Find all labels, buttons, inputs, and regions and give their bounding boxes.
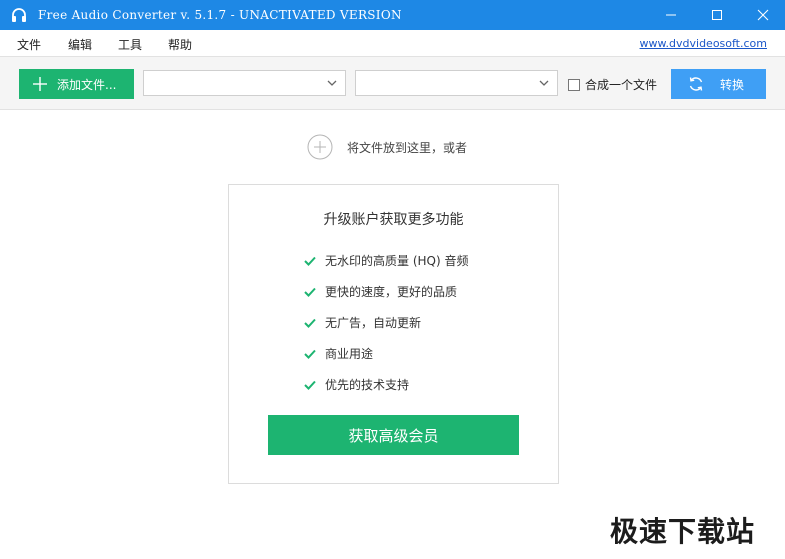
add-files-button[interactable]: 添加文件... [19, 69, 134, 99]
menu-bar: 文件 编辑 工具 帮助 www.dvdvideosoft.com [0, 30, 785, 56]
feature-item: 更快的速度，更好的品质 [304, 283, 457, 300]
maximize-icon [712, 10, 722, 20]
title-bar: Free Audio Converter v. 5.1.7 - UNACTIVA… [0, 0, 785, 30]
toolbar: 添加文件... 合成一个文件 转换 [0, 56, 785, 110]
feature-item: 优先的技术支持 [304, 376, 409, 393]
drop-zone-hint[interactable]: 将文件放到这里，或者 [307, 134, 467, 160]
check-icon [304, 318, 316, 328]
add-circle-icon [307, 134, 333, 160]
chevron-down-icon [539, 80, 549, 86]
feature-item: 无水印的高质量 (HQ) 音频 [304, 252, 468, 269]
merge-label: 合成一个文件 [585, 78, 658, 92]
feature-text: 无水印的高质量 (HQ) 音频 [325, 254, 469, 268]
minimize-button[interactable] [648, 0, 694, 30]
check-icon [304, 256, 316, 266]
window-title: Free Audio Converter v. 5.1.7 - UNACTIVA… [38, 8, 402, 22]
upgrade-card: 升级账户获取更多功能 无水印的高质量 (HQ) 音频 更快的速度，更好的品质 无… [228, 184, 559, 484]
menu-edit[interactable]: 编辑 [68, 36, 92, 53]
close-icon [757, 9, 769, 21]
chevron-down-icon [327, 80, 337, 86]
get-premium-button[interactable]: 获取高级会员 [268, 415, 519, 455]
check-icon [304, 380, 316, 390]
upgrade-title: 升级账户获取更多功能 [323, 212, 464, 228]
check-icon [304, 287, 316, 297]
menu-help[interactable]: 帮助 [168, 36, 192, 53]
check-icon [304, 349, 316, 359]
preset-select[interactable] [355, 70, 558, 96]
minimize-icon [666, 14, 676, 16]
feature-text: 商业用途 [325, 347, 374, 361]
convert-label: 转换 [720, 77, 745, 92]
drop-hint-text: 将文件放到这里，或者 [347, 140, 468, 155]
add-files-label: 添加文件... [57, 77, 117, 92]
plus-icon [33, 77, 47, 91]
sync-icon [689, 77, 703, 91]
maximize-button[interactable] [694, 0, 740, 30]
merge-checkbox[interactable] [568, 78, 580, 91]
feature-item: 商业用途 [304, 345, 373, 362]
menu-file[interactable]: 文件 [17, 36, 41, 53]
convert-button[interactable]: 转换 [671, 69, 766, 99]
merge-option[interactable]: 合成一个文件 [568, 76, 657, 93]
feature-item: 无广告，自动更新 [304, 314, 421, 331]
menu-tools[interactable]: 工具 [118, 36, 142, 53]
format-select[interactable] [143, 70, 346, 96]
feature-text: 更快的速度，更好的品质 [325, 285, 458, 299]
feature-text: 优先的技术支持 [325, 378, 410, 392]
website-link[interactable]: www.dvdvideosoft.com [640, 37, 767, 50]
site-watermark: 极速下载站 [610, 515, 756, 548]
close-button[interactable] [740, 0, 785, 30]
feature-text: 无广告，自动更新 [325, 316, 422, 330]
headphones-icon [12, 8, 26, 22]
